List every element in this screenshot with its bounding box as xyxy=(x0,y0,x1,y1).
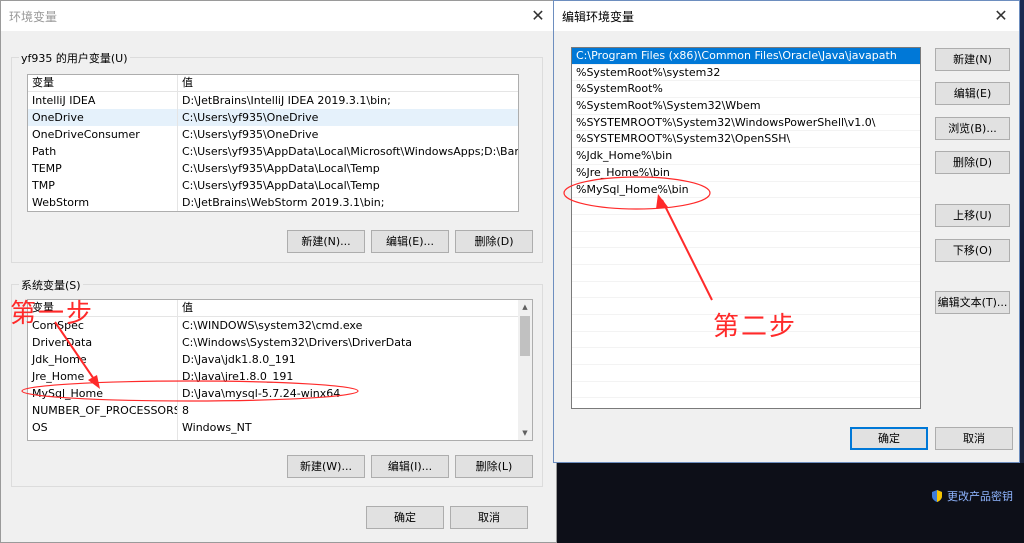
step1-annotation: 第一步 xyxy=(10,299,95,329)
step2-arrow-head xyxy=(656,194,668,209)
step2-annotation: 第二步 xyxy=(713,312,798,342)
annotation-overlay xyxy=(21,176,713,402)
step1-arrow-head xyxy=(88,375,100,389)
step1-arrow-line xyxy=(54,321,99,386)
step2-arrow-line xyxy=(661,199,713,301)
mysql-home-highlight-ellipse xyxy=(21,380,359,402)
mysql-bin-highlight-ellipse xyxy=(563,176,711,210)
